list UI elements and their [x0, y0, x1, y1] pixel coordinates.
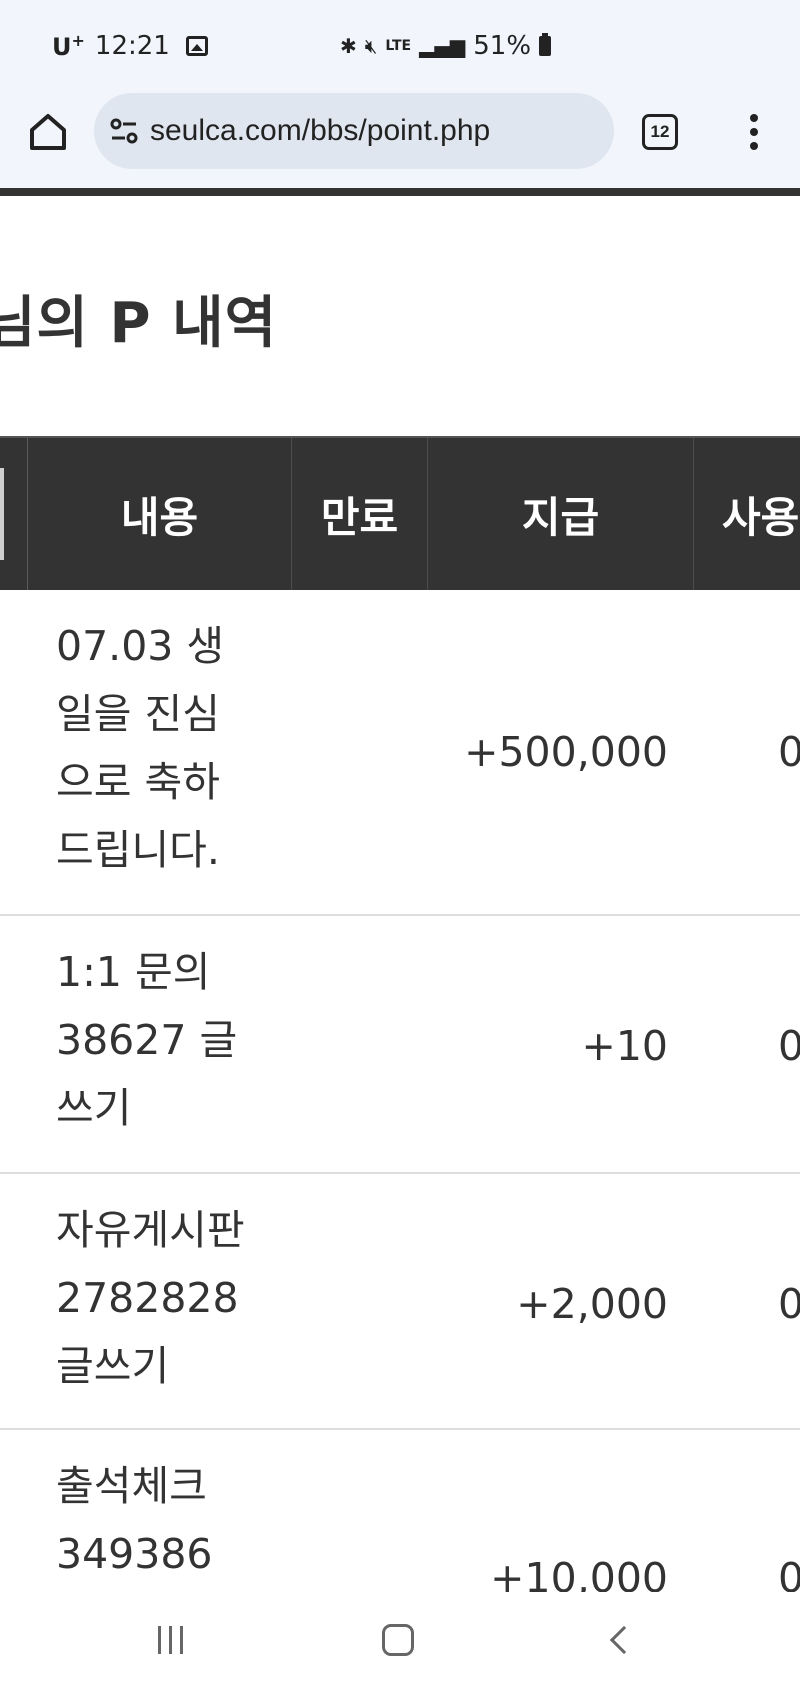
content-line: 쓰기 — [56, 1084, 132, 1132]
table-row: 자유게시판 2782828 글쓰기 +2,000 0 — [0, 1174, 800, 1430]
url-text[interactable]: seulca.com/bbs/point.php — [150, 114, 490, 148]
carrier-plus: + — [71, 31, 85, 50]
site-info-icon[interactable] — [108, 115, 140, 147]
row-grant: +500,000 — [464, 728, 668, 776]
overflow-menu-icon[interactable] — [740, 110, 768, 154]
content-line: 2782828 — [56, 1274, 239, 1322]
home-icon[interactable] — [24, 108, 72, 156]
row-used: 0 — [778, 1022, 800, 1070]
row-content: 07.03 생 일을 진심 으로 축하 드립니다. — [56, 612, 286, 884]
battery-percent: 51% — [473, 31, 532, 61]
header-divider — [0, 188, 800, 196]
header-content: 내용 — [28, 438, 292, 590]
content-line: 자유게시판 — [56, 1206, 245, 1254]
content-line: 으로 축하 — [56, 758, 220, 806]
home-nav-icon[interactable] — [382, 1624, 414, 1656]
system-nav-bar — [0, 1592, 800, 1689]
header-expire: 만료 — [292, 438, 428, 590]
header-grant: 지급 — [428, 438, 694, 590]
content-line: 글쓰기 — [56, 1342, 170, 1390]
content-line: 드립니다. — [56, 826, 220, 874]
row-grant: +10 — [581, 1022, 668, 1070]
header-stub-column — [0, 438, 28, 590]
table-row: 07.03 생 일을 진심 으로 축하 드립니다. +500,000 0 — [0, 590, 800, 916]
table-header: 내용 만료 지급 사용 — [0, 436, 800, 590]
content-line: 38627 글 — [56, 1016, 238, 1064]
carrier-name: U — [52, 33, 72, 61]
header-used: 사용 — [722, 492, 800, 542]
row-content: 자유게시판 2782828 글쓰기 — [56, 1196, 286, 1400]
table-row: 1:1 문의 38627 글 쓰기 +10 0 — [0, 916, 800, 1174]
row-content: 1:1 문의 38627 글 쓰기 — [56, 938, 286, 1142]
tab-switcher-button[interactable]: 12 — [642, 114, 678, 150]
bluetooth-icon: ✱ — [340, 34, 357, 58]
battery-icon — [539, 33, 552, 56]
browser-toolbar: seulca.com/bbs/point.php 12 — [0, 90, 800, 188]
content-line: 349386 — [56, 1530, 213, 1578]
status-time: 12:21 — [94, 31, 170, 61]
lte-icon: LTE — [385, 38, 412, 54]
content-line: 출석체크 — [56, 1462, 207, 1510]
back-icon[interactable] — [609, 1625, 639, 1655]
address-bar[interactable]: seulca.com/bbs/point.php — [94, 93, 614, 169]
content-line: 1:1 문의 — [56, 948, 211, 996]
page-title: 님의 P 내역 — [0, 291, 278, 356]
row-grant: +2,000 — [516, 1280, 668, 1328]
mute-icon: 🔇︎ — [364, 34, 378, 58]
content-line: 일을 진심 — [56, 690, 220, 738]
gallery-icon — [185, 36, 208, 56]
row-used: 0 — [778, 728, 800, 776]
row-content: 출석체크 349386 — [56, 1452, 286, 1588]
content-line: 07.03 생 — [56, 622, 225, 670]
row-used: 0 — [778, 1280, 800, 1328]
signal-icon: ▂▄▆ — [419, 34, 466, 58]
status-bar: U+ 12:21 ✱ 🔇︎ LTE ▂▄▆ 51% — [0, 0, 800, 90]
point-history-page: U+ 12:21 ✱ 🔇︎ LTE ▂▄▆ 51% seulca.com/bbs… — [0, 0, 800, 1689]
carrier-label: U+ — [52, 31, 85, 61]
recents-icon[interactable] — [158, 1626, 183, 1654]
